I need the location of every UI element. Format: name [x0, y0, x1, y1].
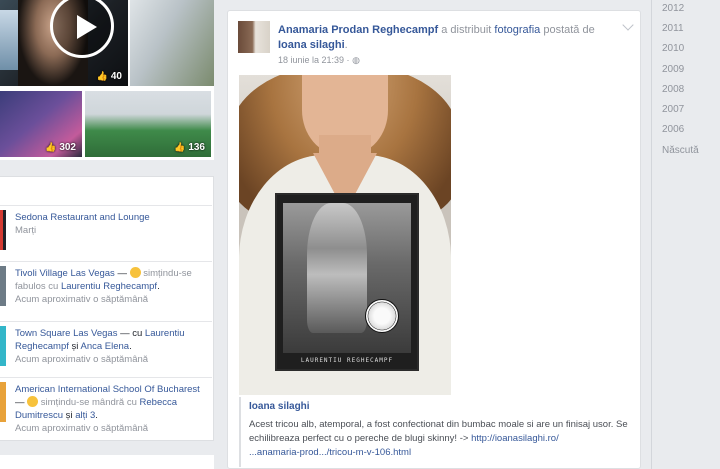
chevron-down-icon[interactable]	[622, 19, 634, 31]
video-thumbnail-team[interactable]: 👍 136	[85, 91, 211, 157]
video-thumbnail-stage[interactable]: 👍 302	[0, 91, 82, 157]
year-link[interactable]: 2007	[662, 104, 684, 115]
video-thumbnail-tree[interactable]	[130, 0, 214, 86]
checkin-time: Acum aproximativ o săptămână	[15, 423, 149, 434]
thumbs-up-icon: 👍	[45, 142, 57, 152]
footballer-image	[307, 203, 367, 333]
author-link[interactable]: Anamaria Prodan Reghecampf	[278, 24, 438, 36]
tshirt-print: LAURENTIU REGHECAMPF	[275, 193, 419, 371]
place-thumbnail	[0, 326, 6, 366]
timeline-years-nav: 2012 2011 2010 2009 2008 2007 2006 Născu…	[651, 0, 720, 469]
year-link[interactable]: 2010	[662, 43, 684, 54]
original-author-link[interactable]: Ioana silaghi	[249, 401, 633, 412]
checkin-item[interactable]: Sedona Restaurant and Lounge Marți	[0, 205, 212, 261]
post-photo[interactable]: LAURENTIU REGHECAMPF	[239, 75, 451, 395]
videos-card: 👍 40 👍 302 👍 136	[0, 0, 214, 160]
checkin-time: Marți	[15, 225, 37, 236]
year-link[interactable]: 2012	[662, 3, 684, 14]
thumbs-up-icon: 👍	[96, 71, 108, 81]
soccer-ball-icon	[365, 299, 399, 333]
like-count: 👍 136	[174, 142, 205, 153]
checkins-card: Sedona Restaurant and Lounge Marți Tivol…	[0, 176, 214, 441]
like-count: 👍 302	[45, 142, 76, 153]
person-link[interactable]: alți 3	[75, 410, 95, 421]
smiley-icon	[129, 267, 141, 278]
checkin-time: Acum aproximativ o săptămână	[15, 294, 149, 305]
place-link[interactable]: American International School Of Buchare…	[15, 384, 200, 395]
checkin-item[interactable]: American International School Of Buchare…	[0, 377, 212, 441]
print-caption: LAURENTIU REGHECAMPF	[300, 357, 394, 364]
checkin-item[interactable]: Town Square Las Vegas — cu Laurentiu Reg…	[0, 321, 212, 377]
post-timestamp[interactable]: 18 iunie la 21:39 · ◍	[278, 55, 360, 66]
owner-link[interactable]: Ioana silaghi	[278, 39, 345, 51]
globe-icon: ◍	[352, 55, 360, 65]
place-thumbnail	[0, 266, 6, 306]
next-card	[0, 455, 214, 469]
thumbs-up-icon: 👍	[174, 142, 186, 152]
play-icon[interactable]	[50, 0, 114, 58]
year-link[interactable]: 2008	[662, 84, 684, 95]
post-header: Anamaria Prodan Reghecampf a distribuit …	[278, 24, 595, 51]
smiley-icon	[27, 396, 39, 407]
timeline-post: Anamaria Prodan Reghecampf a distribuit …	[227, 10, 641, 469]
person-link[interactable]: Anca Elena	[81, 341, 130, 352]
year-link[interactable]: 2006	[662, 124, 684, 135]
original-post-text: Acest tricou alb, atemporal, a fost conf…	[249, 419, 628, 458]
place-link[interactable]: Town Square Las Vegas	[15, 328, 117, 339]
checkin-item[interactable]: Tivoli Village Las Vegas — simțindu-se f…	[0, 261, 212, 321]
place-thumbnail	[0, 382, 6, 422]
video-thumbnail-main[interactable]: 👍 40	[0, 0, 128, 86]
external-link[interactable]: ...anamaria-prod.../tricou-m-v-106.html	[249, 447, 411, 458]
avatar[interactable]	[238, 21, 270, 53]
left-column: 👍 40 👍 302 👍 136 Sedona Restaurant and Loun…	[0, 0, 214, 469]
photo-link[interactable]: fotografia	[494, 24, 540, 36]
place-link[interactable]: Tivoli Village Las Vegas	[15, 268, 115, 279]
year-link[interactable]: 2011	[662, 23, 684, 34]
place-link[interactable]: Sedona Restaurant and Lounge	[15, 212, 150, 223]
external-link[interactable]: http://ioanasilaghi.ro/	[471, 433, 559, 444]
like-count: 👍 40	[96, 71, 122, 82]
place-thumbnail	[0, 210, 6, 250]
checkin-time: Acum aproximativ o săptămână	[15, 354, 149, 365]
person-link[interactable]: Laurentiu Reghecampf	[61, 281, 157, 292]
original-post-box: Ioana silaghi Acest tricou alb, atempora…	[239, 397, 633, 467]
year-link[interactable]: 2009	[662, 64, 684, 75]
year-link[interactable]: Născută	[662, 145, 699, 156]
